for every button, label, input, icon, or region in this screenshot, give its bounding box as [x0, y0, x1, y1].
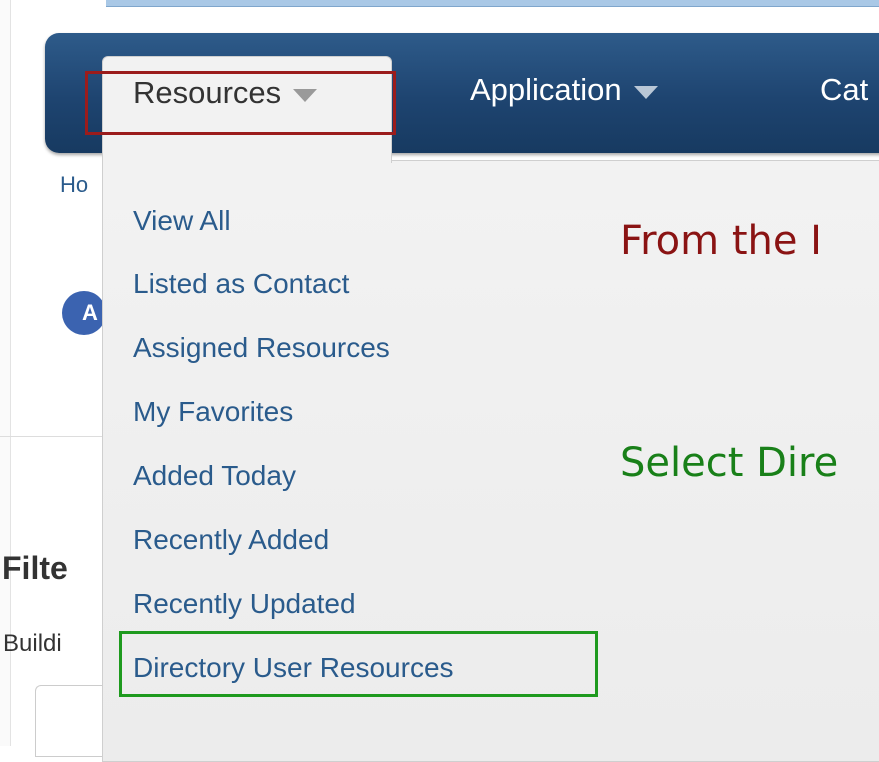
- nav-item-application[interactable]: Application: [470, 72, 658, 108]
- menu-item-recently-added[interactable]: Recently Added: [133, 524, 329, 556]
- nav-item-label: Cat: [820, 72, 869, 107]
- nav-item-label: Application: [470, 72, 622, 107]
- menu-item-view-all[interactable]: View All: [133, 205, 231, 237]
- menu-item-recently-updated[interactable]: Recently Updated: [133, 588, 356, 620]
- directory-highlight-box: [119, 631, 598, 697]
- avatar: A: [62, 291, 106, 335]
- menu-item-added-today[interactable]: Added Today: [133, 460, 296, 492]
- divider: [0, 436, 102, 437]
- breadcrumb[interactable]: Ho: [60, 172, 88, 198]
- instruction-text-1: From the I: [620, 218, 822, 264]
- menu-item-my-favorites[interactable]: My Favorites: [133, 396, 293, 428]
- resources-highlight-box: [85, 71, 396, 135]
- top-blue-strip: [106, 0, 879, 7]
- menu-item-assigned-resources[interactable]: Assigned Resources: [133, 332, 390, 364]
- building-label: Buildi: [3, 630, 62, 657]
- filter-heading: Filte: [2, 550, 68, 586]
- menu-item-listed-as-contact[interactable]: Listed as Contact: [133, 268, 349, 300]
- instruction-text-2: Select Dire: [620, 440, 839, 486]
- building-select-box[interactable]: [35, 685, 106, 757]
- nav-item-catalog[interactable]: Cat: [820, 72, 868, 108]
- chevron-down-icon: [633, 85, 658, 99]
